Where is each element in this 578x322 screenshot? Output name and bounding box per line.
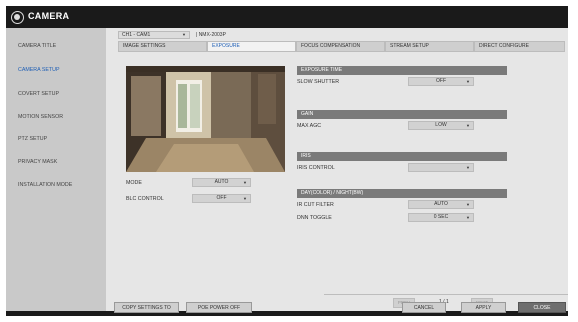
- section-header-exposure-time: EXPOSURE TIME: [297, 66, 507, 75]
- channel-select[interactable]: CH1 - CAM1 ▼: [118, 31, 190, 39]
- ir-cut-filter-label: IR CUT FILTER: [297, 202, 334, 208]
- section-header-gain: GAIN: [297, 110, 507, 119]
- slow-shutter-dropdown[interactable]: OFF ▼: [408, 77, 474, 86]
- camera-window: CAMERA CAMERA TITLE CAMERA SETUP COVERT …: [6, 6, 568, 316]
- tab-stream-setup[interactable]: STREAM SETUP: [385, 41, 474, 52]
- chevron-down-icon: ▼: [466, 202, 470, 207]
- chevron-down-icon: ▼: [466, 79, 470, 84]
- sidebar: CAMERA TITLE CAMERA SETUP COVERT SETUP M…: [6, 28, 106, 311]
- slow-shutter-value: OFF: [436, 78, 446, 84]
- iris-control-label: IRIS CONTROL: [297, 165, 335, 171]
- tab-focus-compensation[interactable]: FOCUS COMPENSATION: [296, 41, 385, 52]
- chevron-down-icon: ▼: [466, 123, 470, 128]
- blc-control-dropdown[interactable]: OFF ▼: [192, 194, 251, 203]
- section-header-day-night: DAY(COLOR) / NIGHT(BW): [297, 189, 507, 198]
- camera-model: | NMX-2003P: [196, 32, 226, 38]
- chevron-down-icon: ▼: [466, 215, 470, 220]
- blc-control-label: BLC CONTROL: [126, 196, 164, 202]
- max-agc-label: MAX AGC: [297, 123, 322, 129]
- sidebar-item-privacy-mask[interactable]: PRIVACY MASK: [18, 159, 57, 165]
- camera-preview-image: [126, 66, 285, 172]
- iris-control-dropdown[interactable]: ▼: [408, 163, 474, 172]
- tab-direct-configure[interactable]: DIRECT CONFIGURE: [474, 41, 565, 52]
- dnn-toggle-label: DNN TOGGLE: [297, 215, 332, 221]
- sidebar-item-camera-title[interactable]: CAMERA TITLE: [18, 43, 56, 49]
- slow-shutter-label: SLOW SHUTTER: [297, 79, 340, 85]
- dnn-toggle-value: 0 SEC: [433, 214, 449, 220]
- channel-select-value: CH1 - CAM1: [122, 32, 151, 38]
- tab-image-settings[interactable]: IMAGE SETTINGS: [118, 41, 207, 52]
- max-agc-value: LOW: [435, 122, 447, 128]
- section-header-iris: IRIS: [297, 152, 507, 161]
- pager-divider: [324, 294, 568, 295]
- mode-value: AUTO: [214, 179, 229, 185]
- poe-power-off-button[interactable]: POE POWER OFF: [186, 302, 252, 313]
- sidebar-item-camera-setup[interactable]: CAMERA SETUP: [18, 67, 60, 73]
- close-button[interactable]: CLOSE: [518, 302, 566, 313]
- sidebar-item-motion-sensor[interactable]: MOTION SENSOR: [18, 114, 63, 120]
- chevron-down-icon: ▼: [182, 32, 186, 37]
- chevron-down-icon: ▼: [243, 180, 247, 185]
- tab-bar: IMAGE SETTINGS EXPOSURE FOCUS COMPENSATI…: [118, 41, 565, 52]
- ir-cut-filter-dropdown[interactable]: AUTO ▼: [408, 200, 474, 209]
- sidebar-item-covert-setup[interactable]: COVERT SETUP: [18, 91, 59, 97]
- camera-preview: [126, 66, 285, 172]
- max-agc-dropdown[interactable]: LOW ▼: [408, 121, 474, 130]
- copy-settings-button[interactable]: COPY SETTINGS TO: [114, 302, 179, 313]
- chevron-down-icon: ▼: [466, 165, 470, 170]
- tab-exposure[interactable]: EXPOSURE: [207, 41, 296, 52]
- app-title: CAMERA: [28, 11, 70, 21]
- camera-logo-icon: [11, 11, 24, 24]
- chevron-down-icon: ▼: [243, 196, 247, 201]
- title-bar: CAMERA: [6, 6, 568, 28]
- sidebar-item-ptz-setup[interactable]: PTZ SETUP: [18, 136, 47, 142]
- mode-dropdown[interactable]: AUTO ▼: [192, 178, 251, 187]
- sidebar-item-installation-mode[interactable]: INSTALLATION MODE: [18, 182, 72, 188]
- cancel-button[interactable]: CANCEL: [402, 302, 446, 313]
- mode-label: MODE: [126, 180, 142, 186]
- content-panel: CH1 - CAM1 ▼ | NMX-2003P IMAGE SETTINGS …: [106, 28, 568, 311]
- apply-button[interactable]: APPLY: [461, 302, 506, 313]
- ir-cut-filter-value: AUTO: [434, 201, 448, 207]
- dnn-toggle-dropdown[interactable]: 0 SEC ▼: [408, 213, 474, 222]
- blc-control-value: OFF: [216, 195, 227, 201]
